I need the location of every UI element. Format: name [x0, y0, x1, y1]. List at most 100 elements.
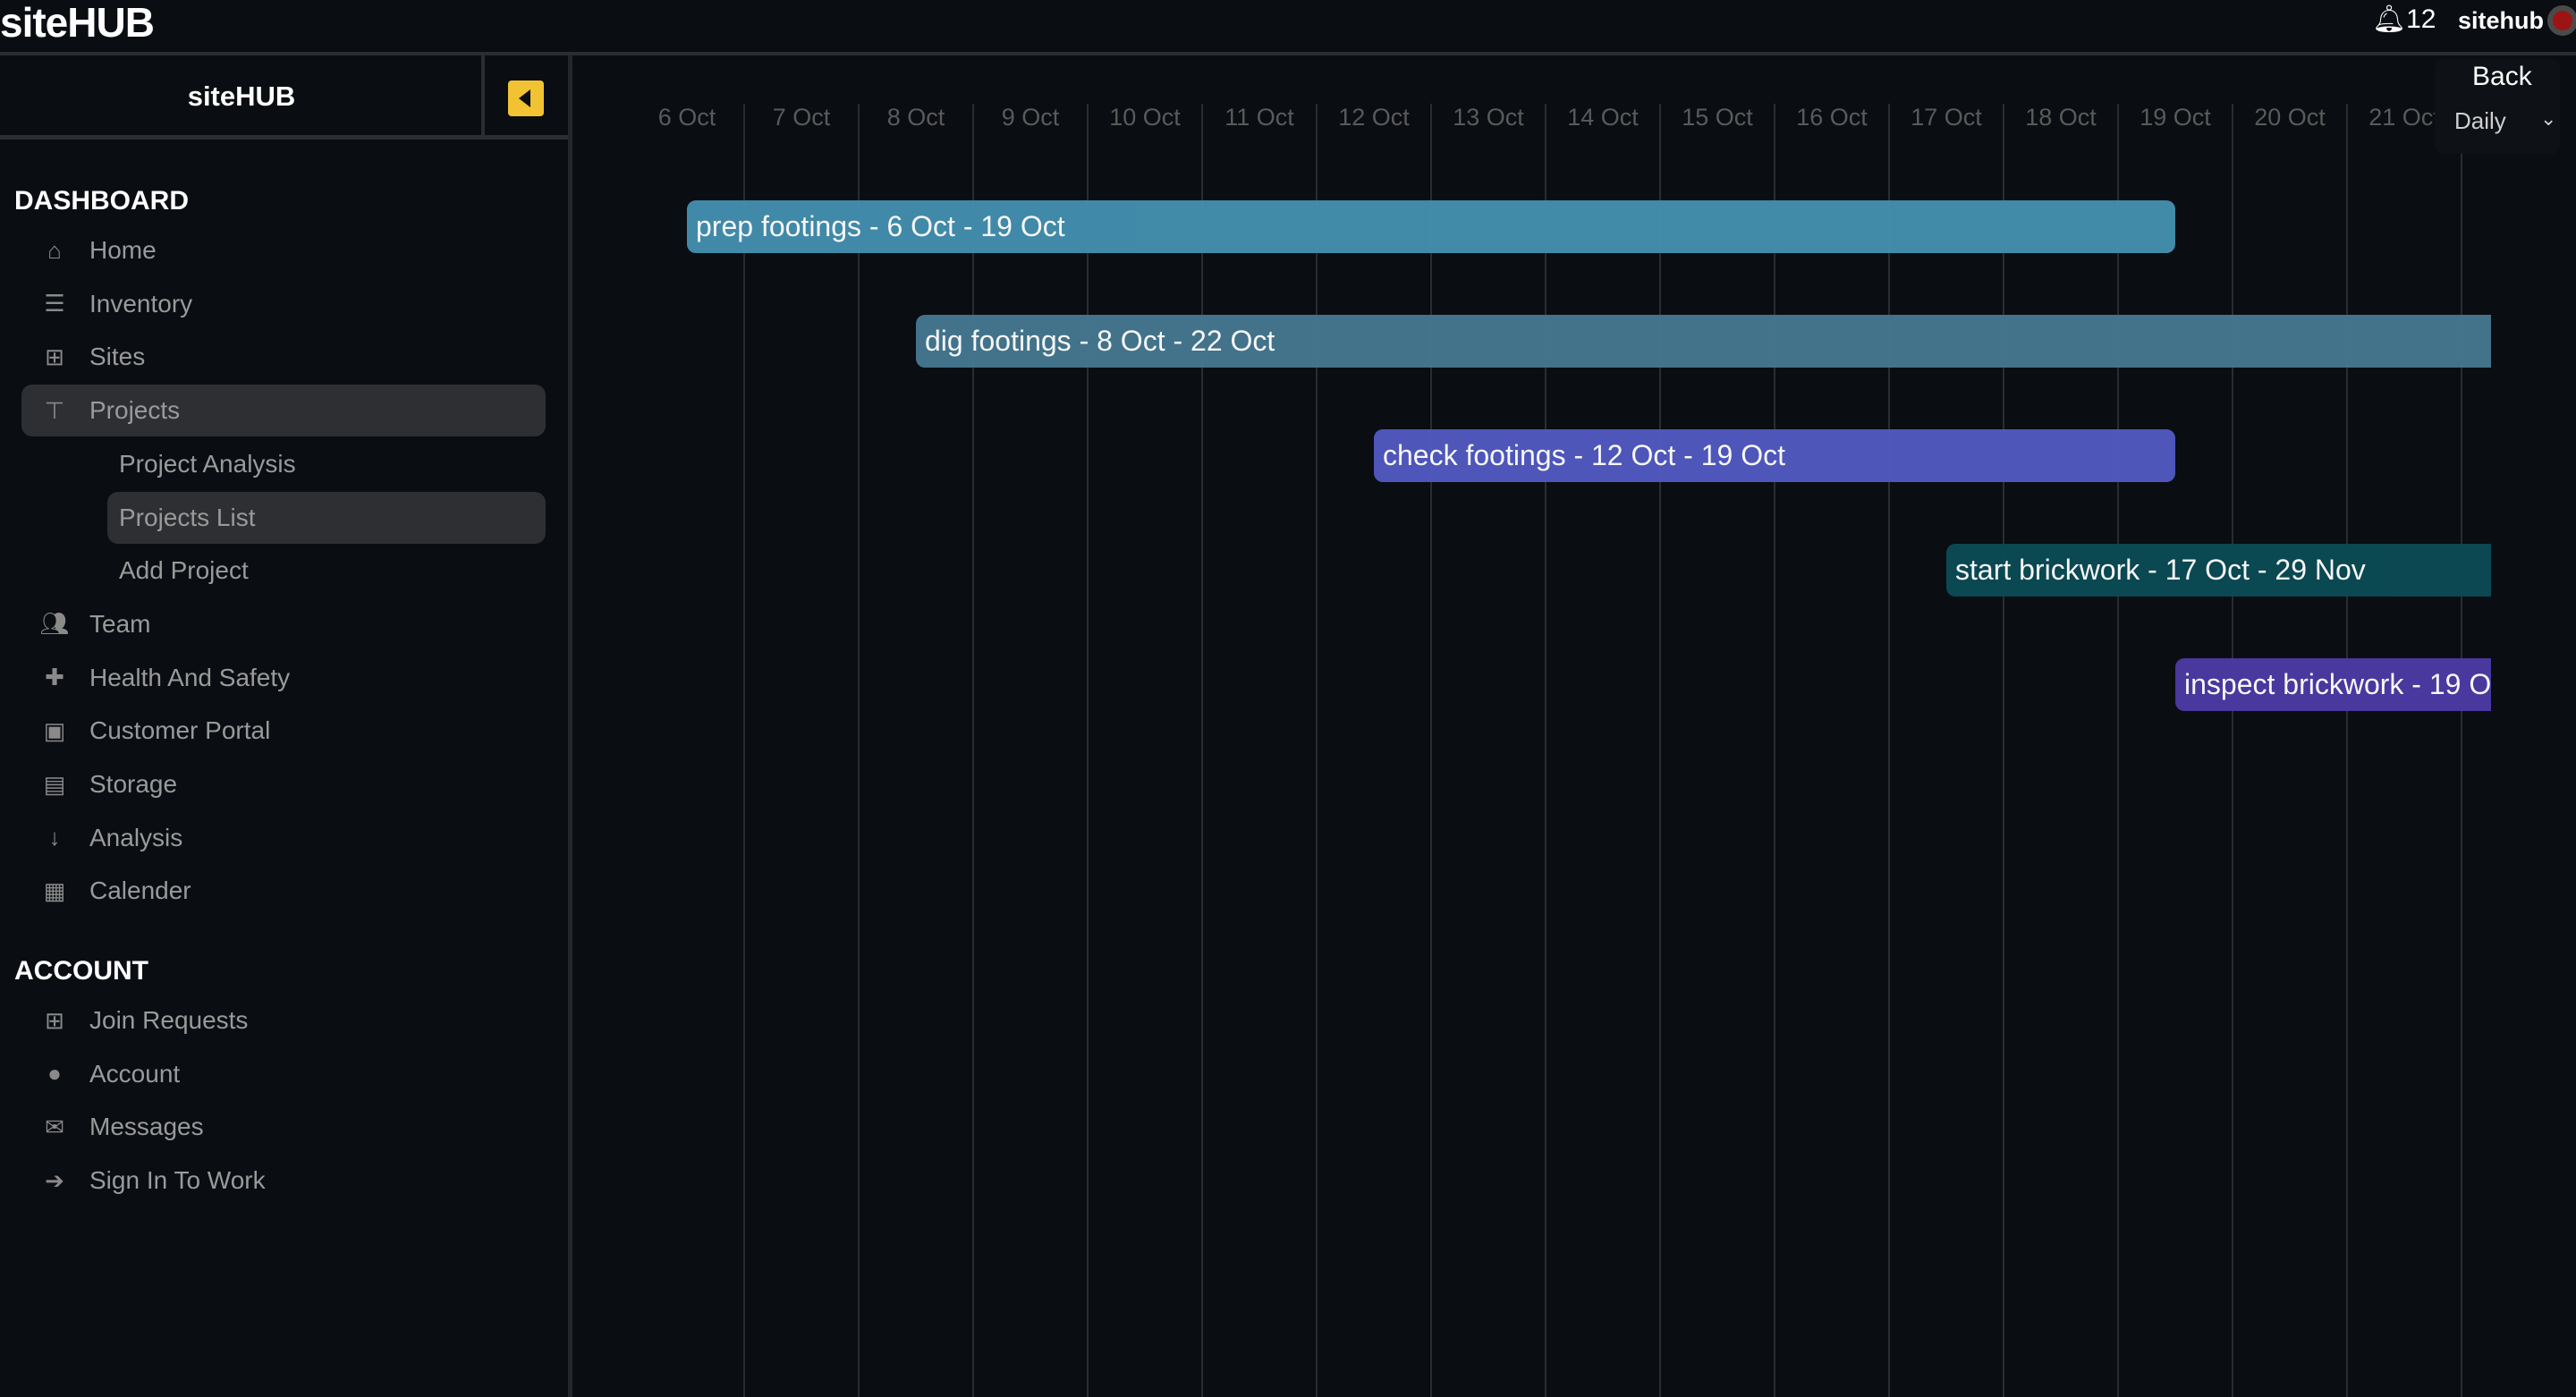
sidebar-item-team[interactable]: 👥︎ Team — [21, 598, 546, 650]
sidebar-item-label: Analysis — [89, 823, 183, 851]
tick-label: 20 Oct — [2254, 104, 2326, 131]
tick-label: 11 Oct — [1224, 104, 1294, 131]
sitemap-icon: ⊞ — [45, 343, 64, 370]
tick-label: 14 Oct — [1567, 104, 1639, 131]
notification-count: 12 — [2406, 4, 2436, 34]
sidebar-item-label: Team — [89, 609, 151, 638]
sidebar-item-label: Projects List — [119, 503, 256, 531]
tick-label: 15 Oct — [1682, 104, 1753, 131]
grid-line — [1545, 104, 1546, 1397]
sidebar-item-storage[interactable]: ▤ Storage — [21, 758, 546, 810]
sidebar-item-label: Inventory — [89, 289, 193, 318]
top-bar: siteHUB 🔔︎ 12 sitehub — [0, 0, 2576, 55]
task-bar[interactable]: inspect brickwork - 19 Oct — [2175, 658, 2491, 711]
grid-line — [1659, 104, 1661, 1397]
sidebar: siteHUB DASHBOARD ⌂ Home ☰ Inventory ⊞ Sites ⊤ P… — [0, 55, 572, 1397]
sidebar-item-label: Sites — [89, 343, 146, 371]
sidebar-item-sign-in-to-work[interactable]: ➔ Sign In To Work — [21, 1155, 546, 1206]
sidebar-item-label: Add Project — [119, 556, 249, 585]
grid-line — [972, 104, 974, 1397]
sidebar-item-projects[interactable]: ⊤ Projects — [21, 385, 546, 437]
sort-amount-icon: ↓ — [48, 824, 61, 851]
sidebar-item-label: Join Requests — [89, 1006, 249, 1034]
bell-icon: 🔔︎ — [2372, 4, 2407, 34]
back-button[interactable]: Back — [2472, 62, 2532, 92]
grid-line — [2232, 104, 2233, 1397]
sidebar-item-label: Home — [89, 236, 157, 264]
task-bar[interactable]: dig footings - 8 Oct - 22 Oct — [916, 315, 2491, 368]
sidebar-item-label: Sign In To Work — [89, 1166, 266, 1195]
sidebar-item-customer-portal[interactable]: ▣ Customer Portal — [21, 705, 546, 757]
chevron-down-icon[interactable]: ⌄ — [2540, 107, 2556, 131]
sidebar-item-project-analysis[interactable]: Project Analysis — [107, 438, 546, 490]
grid-line — [1430, 104, 1432, 1397]
app-title: siteHUB — [0, 0, 155, 46]
sign-in-icon: ➔ — [45, 1166, 64, 1194]
envelope-icon: ✉ — [45, 1113, 64, 1140]
sidebar-item-messages[interactable]: ✉ Messages — [21, 1101, 546, 1153]
project-diagram-icon: ⊤ — [44, 396, 65, 424]
grid-line — [1201, 104, 1203, 1397]
sidebar-item-label: Health And Safety — [89, 663, 291, 691]
sidebar-title: siteHUB — [187, 80, 296, 112]
grid-line — [1087, 104, 1089, 1397]
tick-label: 8 Oct — [886, 104, 945, 131]
tick-label: 10 Oct — [1109, 104, 1181, 131]
notifications-button[interactable]: 🔔︎ 12 — [2372, 4, 2436, 35]
sidebar-item-health-and-safety[interactable]: ✚ Health And Safety — [21, 652, 546, 704]
list-icon: ☰ — [44, 290, 65, 318]
grid-line — [2346, 104, 2348, 1397]
gantt-chart: 6 Oct 7 Oct 8 Oct 9 Oct 10 Oct 11 Oct 12 Oct 13… — [572, 59, 2491, 1397]
tick-label: 9 Oct — [1001, 104, 1060, 131]
tick-label: 19 Oct — [2140, 104, 2211, 131]
sidebar-item-calender[interactable]: ▦ Calender — [21, 865, 546, 917]
ambulance-icon: ✚ — [45, 664, 64, 691]
grid-line — [2003, 104, 2004, 1397]
sidebar-item-analysis[interactable]: ↓ Analysis — [21, 812, 546, 864]
sidebar-item-label: Account — [89, 1059, 181, 1088]
view-mode-select[interactable]: Daily — [2454, 107, 2506, 135]
sidebar-item-join-requests[interactable]: ⊞ Join Requests — [21, 995, 546, 1046]
grid-line — [858, 104, 860, 1397]
sidebar-item-inventory[interactable]: ☰ Inventory — [21, 278, 546, 330]
collapse-sidebar-button[interactable] — [508, 80, 544, 116]
sidebar-item-label: Messages — [89, 1113, 204, 1141]
grid-line — [1774, 104, 1775, 1397]
task-bar[interactable]: prep footings - 6 Oct - 19 Oct — [687, 200, 2175, 253]
users-icon: 👥︎ — [39, 610, 70, 638]
user-circle-icon: ● — [47, 1060, 62, 1088]
tick-label: 17 Oct — [1911, 104, 1982, 131]
sidebar-item-sites[interactable]: ⊞ Sites — [21, 331, 546, 383]
sidebar-item-projects-list[interactable]: Projects List — [107, 491, 546, 544]
divider — [481, 55, 485, 140]
username[interactable]: sitehub — [2458, 7, 2544, 35]
tick-label: 13 Oct — [1453, 104, 1524, 131]
tick-label: 6 Oct — [657, 104, 716, 131]
grid-line — [1316, 104, 1318, 1397]
sidebar-item-label: Storage — [89, 770, 178, 798]
file-icon: ▤ — [43, 770, 66, 798]
sidebar-item-account[interactable]: ● Account — [21, 1048, 546, 1100]
sidebar-item-label: Projects — [89, 396, 181, 425]
view-controls: Back Daily ⌄ — [2435, 59, 2560, 154]
tick-label: 12 Oct — [1338, 104, 1410, 131]
task-bar[interactable]: start brickwork - 17 Oct - 29 Nov — [1946, 544, 2491, 597]
tick-label: 7 Oct — [772, 104, 831, 131]
plus-square-icon: ⊞ — [45, 1006, 64, 1034]
grid-line — [2461, 104, 2462, 1397]
sidebar-item-add-project[interactable]: Add Project — [107, 545, 546, 597]
sidebar-item-label: Customer Portal — [89, 716, 271, 745]
home-icon: ⌂ — [47, 236, 62, 264]
section-heading: ACCOUNT — [14, 956, 148, 986]
section-heading: DASHBOARD — [14, 186, 189, 216]
tick-label: 16 Oct — [1796, 104, 1868, 131]
sidebar-item-home[interactable]: ⌂ Home — [21, 224, 546, 276]
calendar-icon: ▦ — [43, 876, 66, 904]
task-bar[interactable]: check footings - 12 Oct - 19 Oct — [1374, 429, 2175, 482]
tick-label: 18 Oct — [2025, 104, 2097, 131]
avatar[interactable] — [2547, 5, 2576, 36]
sidebar-header: siteHUB — [0, 55, 568, 140]
grid-line — [743, 104, 745, 1397]
grid-line — [1888, 104, 1890, 1397]
passport-icon: ▣ — [43, 716, 66, 744]
